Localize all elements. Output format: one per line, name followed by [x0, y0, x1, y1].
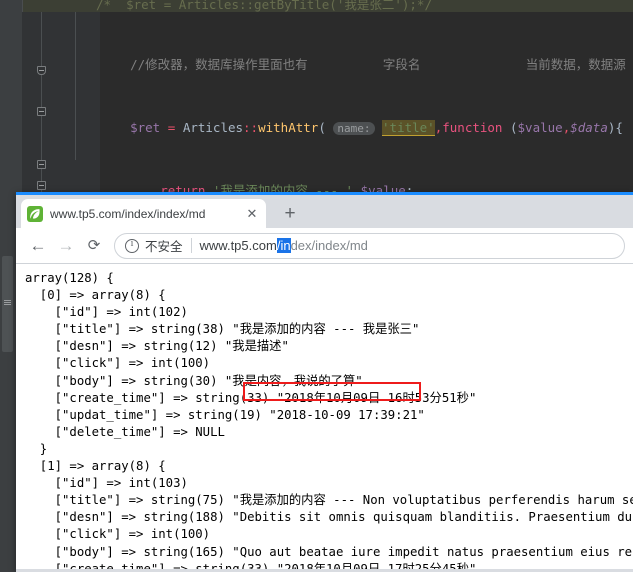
dump-line: ["desn"] => string(188) "Debitis sit omn…: [54, 510, 633, 525]
fold-marker-1[interactable]: [37, 66, 46, 75]
tab-title: www.tp5.com/index/index/md: [50, 206, 206, 221]
ide-scrollbar-grip: [4, 300, 11, 306]
ide-left-rail: [0, 0, 23, 200]
dump-line: ["create_time"] => string(33) "2018年10月0…: [25, 390, 477, 405]
address-bar[interactable]: 不安全 www.tp5.com/index/index/md: [114, 232, 625, 259]
omnibox-divider: [190, 238, 192, 253]
new-tab-button[interactable]: +: [278, 202, 302, 226]
tab-strip: www.tp5.com/index/index/md ✕ +: [16, 195, 633, 228]
var-dump-output: array(128) { [0] => array(8) { ["id"] =>…: [25, 270, 633, 569]
fold-marker-3[interactable]: [37, 160, 46, 169]
dump-line: [0] => array(8) {: [25, 288, 166, 303]
fold-guide-line: [41, 12, 42, 200]
dump-line: ["delete_time"] => NULL: [25, 424, 225, 439]
dump-line: ["id"] => int(102): [25, 305, 188, 320]
dump-line: ["updat_time"] => string(19) "2018-10-09…: [25, 407, 425, 422]
withattr-line: $ret = Articles::withAttr( name: 'title'…: [130, 120, 623, 136]
dump-line: ["title"] => string(38) "我是添加的内容 --- 我是张…: [25, 322, 420, 337]
chrome-browser-window: www.tp5.com/index/index/md ✕ + ← → ⟳ 不安全…: [16, 192, 633, 572]
cut-off-code-text: /* $ret = Articles::getByTitle('我是张二');*…: [96, 0, 432, 12]
dump-line: ["body"] => string(165) "Quo aut beatae …: [54, 544, 633, 559]
screenshot-root: /* $ret = Articles::getByTitle('我是张二');*…: [0, 0, 633, 572]
thinkphp-leaf-favicon: [27, 205, 43, 222]
ide-vertical-scrollbar-track[interactable]: [0, 192, 16, 572]
close-icon[interactable]: ✕: [244, 206, 260, 222]
ide-editor-pane: /* $ret = Articles::getByTitle('我是张二');*…: [0, 0, 633, 200]
url-selection: /in: [276, 238, 291, 253]
browser-toolbar: ← → ⟳ 不安全 www.tp5.com/index/index/md: [16, 228, 633, 264]
dump-line: [1] => array(8) {: [25, 459, 166, 474]
dump-line: array(128) {: [25, 271, 114, 285]
indent-guide-line: [75, 12, 76, 160]
fold-marker-2[interactable]: [37, 107, 46, 116]
dump-line: ["click"] => int(100): [25, 356, 211, 371]
dump-line: ["create_time"] => string(33) "2018年10月0…: [25, 561, 477, 569]
reload-icon[interactable]: ⟳: [80, 232, 108, 260]
code-text[interactable]: //修改器，数据库操作里面也有 字段名 当前数据，数据源 $ret = Arti…: [100, 12, 633, 200]
forward-icon[interactable]: →: [52, 232, 80, 260]
security-label: 不安全: [145, 240, 183, 254]
page-content: array(128) { [0] => array(8) { ["id"] =>…: [16, 264, 633, 569]
ide-cut-off-top-line: /* $ret = Articles::getByTitle('我是张二');*…: [0, 0, 633, 12]
url-prefix: www.tp5.com: [199, 238, 277, 253]
dump-line: ["body"] => string(30) "我是内容，我说的了算": [25, 373, 363, 388]
comment-line: //修改器，数据库操作里面也有 字段名 当前数据，数据源: [100, 57, 626, 72]
fold-marker-4[interactable]: [37, 181, 46, 190]
dump-line: ["id"] => int(103): [25, 476, 188, 491]
dump-line: ["title"] => string(75) "我是添加的内容 --- Non…: [25, 493, 633, 508]
ide-gutter: [22, 12, 100, 200]
info-icon[interactable]: [125, 238, 139, 253]
dump-line: }: [25, 441, 48, 456]
url-suffix: dex/index/md: [290, 238, 368, 253]
back-icon[interactable]: ←: [24, 232, 52, 260]
url-text[interactable]: www.tp5.com/index/index/md: [200, 238, 368, 253]
dump-line: ["click"] => int(100): [25, 527, 211, 542]
dump-line: ["desn"] => string(12) "我是描述": [25, 339, 289, 354]
browser-tab[interactable]: www.tp5.com/index/index/md ✕: [21, 199, 266, 228]
